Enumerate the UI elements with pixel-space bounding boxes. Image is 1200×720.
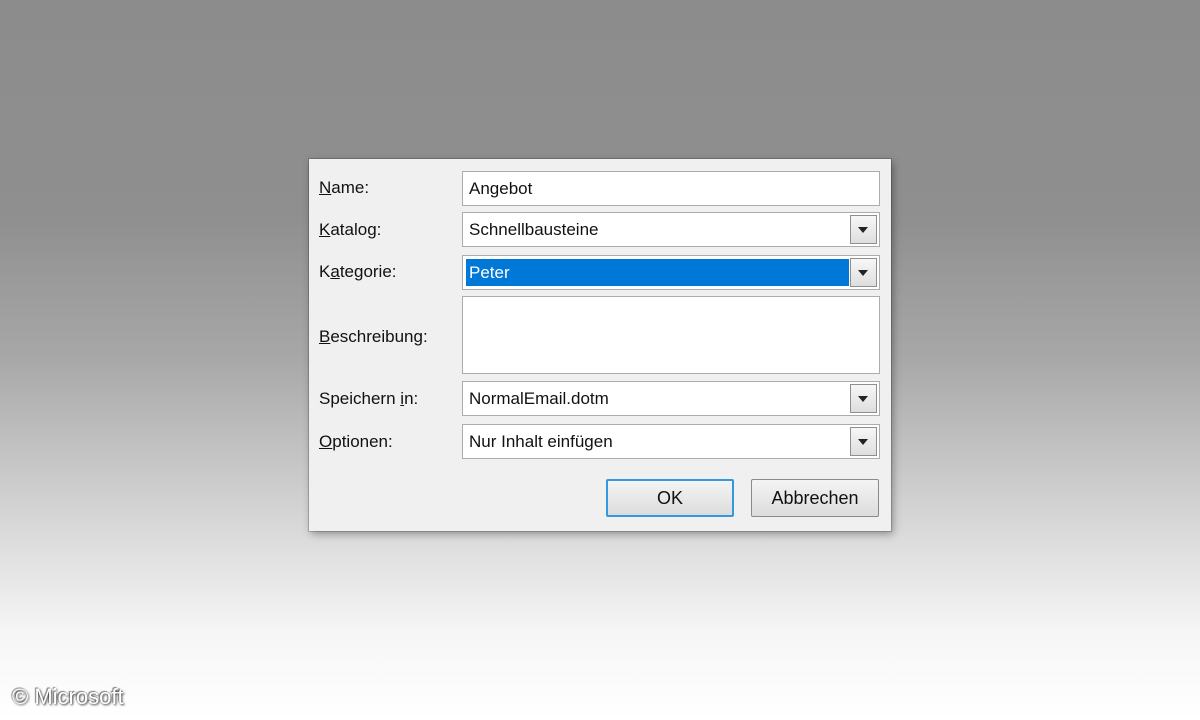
speichern-in-dropdown-button[interactable] <box>850 384 877 413</box>
optionen-dropdown-button[interactable] <box>850 427 877 456</box>
beschreibung-textarea[interactable] <box>462 296 880 374</box>
ok-button[interactable]: OK <box>606 479 734 517</box>
chevron-down-icon <box>858 270 868 276</box>
optionen-select[interactable]: Nur Inhalt einfügen <box>462 424 880 459</box>
kategorie-selection-highlight: Peter <box>466 259 849 286</box>
name-label: Name: <box>319 178 370 197</box>
optionen-select-value: Nur Inhalt einfügen <box>469 432 613 451</box>
katalog-select[interactable]: Schnellbausteine <box>462 212 880 247</box>
kategorie-label: Kategorie: <box>319 262 397 281</box>
copyright-watermark: © Microsoft <box>12 684 124 709</box>
beschreibung-label: Beschreibung: <box>319 327 428 346</box>
new-building-block-dialog: Name: Angebot Katalog: Schnellbausteine … <box>309 159 891 531</box>
speichern-in-select[interactable]: NormalEmail.dotm <box>462 381 880 416</box>
chevron-down-icon <box>858 439 868 445</box>
kategorie-select[interactable]: Peter <box>462 255 880 290</box>
speichern-in-label: Speichern in: <box>319 389 419 408</box>
kategorie-select-value: Peter <box>469 263 510 282</box>
name-input-value: Angebot <box>469 179 533 198</box>
katalog-label: Katalog: <box>319 220 382 239</box>
cancel-button[interactable]: Abbrechen <box>751 479 879 517</box>
kategorie-dropdown-button[interactable] <box>850 258 877 287</box>
katalog-dropdown-button[interactable] <box>850 215 877 244</box>
chevron-down-icon <box>858 227 868 233</box>
name-input[interactable]: Angebot <box>462 171 880 206</box>
optionen-label: Optionen: <box>319 432 393 451</box>
katalog-select-value: Schnellbausteine <box>469 220 599 239</box>
chevron-down-icon <box>858 396 868 402</box>
speichern-in-select-value: NormalEmail.dotm <box>469 389 609 408</box>
